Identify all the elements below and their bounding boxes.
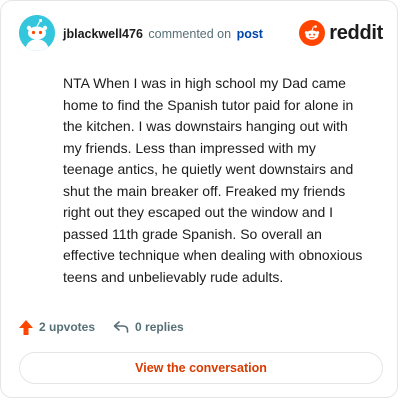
comment-actions: 2 upvotes 0 replies (19, 317, 184, 337)
comment-meta: jblackwell476 commented on post (63, 26, 263, 42)
comment-body: NTA When I was in high school my Dad cam… (63, 75, 363, 285)
comment-header: jblackwell476 commented on post reddit (19, 15, 383, 53)
view-conversation-button[interactable]: View the conversation (19, 352, 383, 384)
username-link[interactable]: jblackwell476 (63, 27, 143, 41)
reddit-logo-icon (299, 20, 326, 46)
upvote-button[interactable]: 2 upvotes (19, 319, 96, 335)
snoo-avatar-icon[interactable] (19, 15, 55, 51)
comment-card: jblackwell476 commented on post reddit N… (0, 0, 398, 398)
replies-count: 0 replies (135, 320, 184, 334)
reply-button[interactable]: 0 replies (113, 320, 184, 334)
reddit-brand[interactable]: reddit (299, 19, 383, 47)
post-link[interactable]: post (237, 27, 263, 41)
upvote-arrow-icon (19, 319, 33, 335)
reply-arrow-icon (113, 320, 129, 334)
commented-on-text: commented on (148, 27, 232, 41)
upvotes-count: 2 upvotes (39, 320, 96, 334)
reddit-wordmark: reddit (329, 21, 383, 44)
